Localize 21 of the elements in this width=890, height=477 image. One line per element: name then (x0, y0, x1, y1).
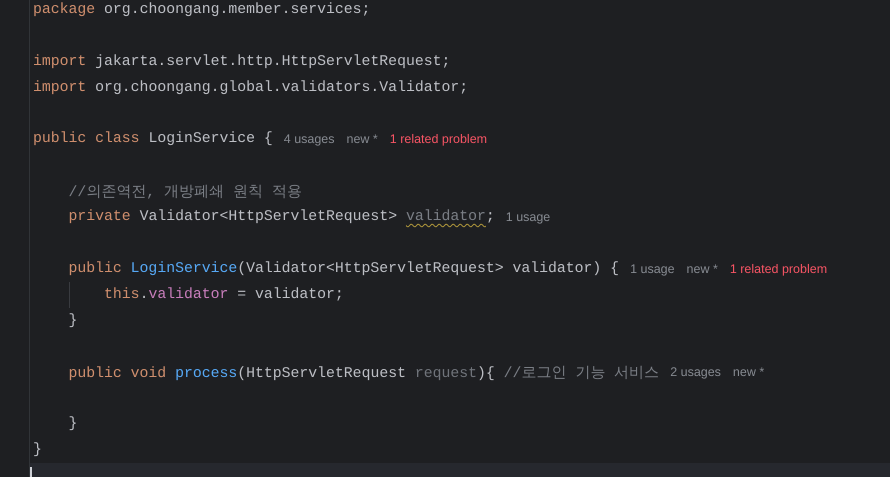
code-line: this.validator = validator; (104, 286, 344, 303)
problem-hint[interactable]: 1 related problem (730, 262, 828, 276)
code-line: public class LoginService { (33, 131, 273, 148)
usage-hint[interactable]: 4 usages (284, 132, 334, 146)
code-line: public LoginService(Validator<HttpServletRequest> validator) { (68, 260, 620, 277)
code-line: private Validator<HttpServletRequest> validator; (68, 209, 495, 226)
code-line: } (68, 416, 78, 432)
author-hint[interactable]: new * (732, 365, 764, 380)
code-line: package org.choongang.member.services; (33, 2, 370, 18)
problem-hint[interactable]: 1 related problem (390, 132, 488, 146)
author-hint[interactable]: new * (346, 132, 378, 146)
usage-hint[interactable]: 2 usages (670, 365, 721, 380)
usage-hint[interactable]: 1 usage (630, 262, 675, 276)
code-line: import org.choongang.global.validators.Validator; (33, 80, 468, 96)
code-line: } (68, 312, 78, 329)
usage-hint[interactable]: 1 usage (506, 210, 550, 224)
code-line: //의존역전, 개방폐쇄 원칙 적용 (68, 184, 302, 201)
code-line: import jakarta.servlet.http.HttpServletRequest; (33, 54, 450, 70)
code-line: public void process(HttpServletRequest request){ //로그인 기능 서비스 (68, 364, 660, 382)
code-line: } (33, 442, 42, 458)
author-hint[interactable]: new * (686, 262, 718, 276)
